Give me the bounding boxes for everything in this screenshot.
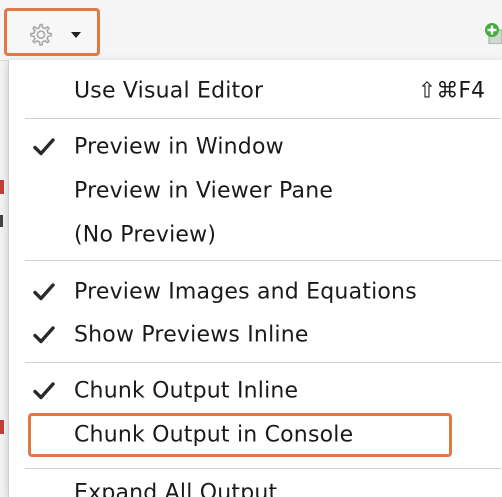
menu-item-chunk-output-inline[interactable]: Chunk Output Inline xyxy=(9,370,502,412)
menu-item-label: Preview Images and Equations xyxy=(74,279,417,305)
menu-item-label: (No Preview) xyxy=(74,222,217,248)
menu-separator xyxy=(25,362,501,363)
gear-dropdown-menu: Use Visual Editor ⇧⌘F4 Preview in Window… xyxy=(8,60,502,497)
gear-options-button[interactable] xyxy=(4,8,100,56)
menu-item-preview-in-window[interactable]: Preview in Window xyxy=(9,126,502,168)
chevron-down-icon xyxy=(71,32,81,38)
checkmark-icon xyxy=(33,326,55,344)
checkmark-icon xyxy=(33,283,55,301)
menu-separator xyxy=(25,260,501,261)
menu-item-label: Show Previews Inline xyxy=(74,322,309,348)
menu-item-chunk-output-in-console[interactable]: Chunk Output in Console xyxy=(9,414,502,456)
menu-separator xyxy=(25,468,501,469)
checkmark-icon xyxy=(33,382,55,400)
editor-margin-marker xyxy=(0,420,4,434)
menu-item-label: Chunk Output in Console xyxy=(74,422,354,448)
gear-icon xyxy=(30,23,52,46)
menu-separator xyxy=(25,118,501,119)
menu-item-no-preview[interactable]: (No Preview) xyxy=(9,214,502,256)
menu-item-label: Use Visual Editor xyxy=(74,78,264,104)
add-plus-icon[interactable] xyxy=(484,22,502,44)
menu-item-label: Preview in Viewer Pane xyxy=(74,178,334,204)
menu-item-shortcut: ⇧⌘F4 xyxy=(417,78,485,104)
menu-item-expand-all-output[interactable]: Expand All Output xyxy=(9,472,502,497)
editor-margin-marker xyxy=(0,180,4,194)
checkmark-icon xyxy=(33,138,55,156)
menu-item-preview-in-viewer-pane[interactable]: Preview in Viewer Pane xyxy=(9,170,502,212)
menu-item-preview-images-and-equations[interactable]: Preview Images and Equations xyxy=(9,271,502,313)
menu-item-show-previews-inline[interactable]: Show Previews Inline xyxy=(9,314,502,356)
menu-item-label: Preview in Window xyxy=(74,134,284,160)
editor-margin-marker xyxy=(0,215,3,227)
menu-item-label: Chunk Output Inline xyxy=(74,378,299,404)
menu-item-use-visual-editor[interactable]: Use Visual Editor ⇧⌘F4 xyxy=(9,70,502,112)
menu-item-label: Expand All Output xyxy=(74,480,278,497)
